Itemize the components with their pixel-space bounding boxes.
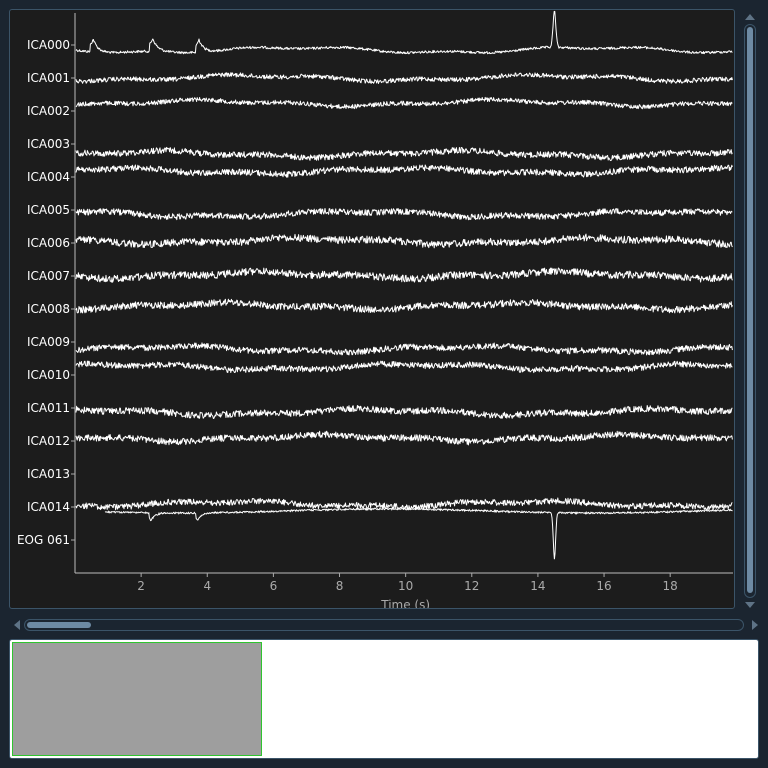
channel-label-ica007: ICA007 [27,269,70,283]
trace-ica005 [75,208,733,221]
x-tick-label-14: 14 [530,579,545,593]
axes-layer [71,13,733,577]
vertical-scroll-thumb[interactable] [747,27,753,593]
channel-label-ica005: ICA005 [27,203,70,217]
overview-bar[interactable] [9,639,759,759]
channel-label-eog-061: EOG 061 [17,533,70,547]
channel-label-ica008: ICA008 [27,302,70,316]
eeg-chart[interactable]: 2 4 6 8 10 12 14 16 18 Time (s) ICA000 ICA001 ICA002… [10,10,734,608]
trace-ica004 [75,164,733,178]
x-tick-label-6: 6 [270,579,278,593]
trace-ica008 [75,298,733,314]
plot-panel[interactable]: 2 4 6 8 10 12 14 16 18 Time (s) ICA000 ICA001 ICA002… [9,9,735,609]
scroll-left-arrow-icon[interactable] [14,620,20,630]
x-tick-label-16: 16 [596,579,611,593]
x-tick-label-2: 2 [137,579,145,593]
channel-label-ica001: ICA001 [27,71,70,85]
overview-view-window[interactable] [12,642,262,756]
channel-label-ica010: ICA010 [27,368,70,382]
channel-label-ica000: ICA000 [27,38,70,52]
labels-layer: 2 4 6 8 10 12 14 16 18 Time (s) ICA000 ICA001 ICA002… [17,38,678,608]
trace-ica000 [75,10,733,55]
trace-ica011 [75,405,733,419]
horizontal-scroll-track[interactable] [24,619,744,631]
trace-eog-061 [104,507,733,560]
x-tick-label-10: 10 [398,579,413,593]
channel-label-ica006: ICA006 [27,236,70,250]
channel-label-ica003: ICA003 [27,137,70,151]
scroll-right-arrow-icon[interactable] [752,620,758,630]
x-tick-label-12: 12 [464,579,479,593]
trace-ica009 [75,342,733,356]
trace-ica002 [75,96,733,110]
channel-label-ica009: ICA009 [27,335,70,349]
scroll-down-arrow-icon[interactable] [745,602,755,608]
scroll-up-arrow-icon[interactable] [745,14,755,20]
horizontal-scroll-thumb[interactable] [27,622,91,628]
vertical-scroll-track[interactable] [744,24,756,598]
vertical-scrollbar[interactable] [742,14,759,608]
horizontal-scrollbar[interactable] [14,618,758,632]
channel-label-ica014: ICA014 [27,500,70,514]
trace-ica001 [75,72,733,84]
trace-ica010 [75,360,733,374]
channel-label-ica013: ICA013 [27,467,70,481]
channel-label-ica012: ICA012 [27,434,70,448]
trace-ica007 [75,267,733,283]
x-tick-label-4: 4 [203,579,211,593]
x-tick-label-8: 8 [336,579,344,593]
trace-ica006 [75,233,733,249]
channel-label-ica002: ICA002 [27,104,70,118]
traces-layer [75,10,733,560]
trace-ica003 [75,146,733,162]
trace-ica012 [75,430,733,446]
x-axis-label: Time (s) [380,598,430,608]
x-tick-label-18: 18 [663,579,678,593]
channel-label-ica004: ICA004 [27,170,70,184]
channel-label-ica011: ICA011 [27,401,70,415]
